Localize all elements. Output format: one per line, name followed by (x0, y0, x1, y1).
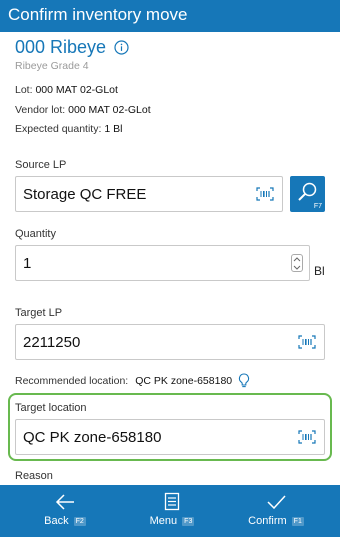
item-name: 000 Ribeye (15, 37, 129, 58)
target-lp-value: 2211250 (23, 333, 81, 351)
item-grade: Ribeye Grade 4 (15, 60, 89, 72)
source-lp-lookup-button[interactable]: F7 (290, 176, 325, 212)
recommended-location-value: QC PK zone-658180 (135, 375, 233, 387)
reason-label: Reason (15, 470, 53, 482)
menu-button[interactable]: Menu F3 (144, 485, 200, 537)
barcode-scan-icon[interactable] (298, 335, 316, 349)
lot-value: 000 MAT 02-GLot (35, 84, 118, 96)
target-lp-input[interactable]: 2211250 (15, 324, 325, 360)
menu-icon (164, 492, 180, 511)
target-location-input[interactable]: QC PK zone-658180 (15, 419, 325, 455)
back-label: Back (44, 515, 69, 527)
back-shortcut-key: F2 (73, 516, 86, 526)
target-lp-label: Target LP (15, 307, 63, 319)
page-title: Confirm inventory move (8, 5, 188, 24)
vendor-lot-value: 000 MAT 02-GLot (68, 104, 151, 116)
vendor-lot-label: Vendor lot: (15, 104, 66, 116)
vendor-lot-row: Vendor lot: 000 MAT 02-GLot (15, 104, 151, 116)
lot-row: Lot: 000 MAT 02-GLot (15, 84, 118, 96)
menu-label: Menu (149, 515, 178, 527)
expected-quantity-value: 1 Bl (104, 123, 123, 135)
confirm-shortcut-key: F1 (291, 516, 304, 526)
recommended-location-label: Recommended location: (15, 375, 129, 387)
item-name-text: 000 Ribeye (15, 37, 107, 57)
menu-shortcut-key: F3 (182, 516, 195, 526)
target-location-label: Target location (15, 402, 87, 414)
main-content[interactable]: 000 Ribeye Ribeye Grade 4 Lot: 000 MAT 0… (0, 32, 340, 485)
lightbulb-icon[interactable] (238, 373, 250, 389)
page-header: Confirm inventory move (0, 0, 340, 32)
quantity-unit: Bl (314, 264, 325, 278)
arrow-left-icon (55, 494, 74, 510)
barcode-scan-icon[interactable] (256, 187, 274, 201)
source-lp-value: Storage QC FREE (23, 185, 147, 203)
source-lp-input[interactable]: Storage QC FREE (15, 176, 283, 212)
expected-quantity-row: Expected quantity: 1 Bl (15, 123, 122, 135)
confirm-label: Confirm (248, 515, 287, 527)
checkmark-icon (267, 495, 286, 510)
quantity-value: 1 (23, 254, 32, 272)
quantity-stepper[interactable] (291, 254, 303, 272)
confirm-button[interactable]: Confirm F1 (244, 485, 308, 537)
target-location-value: QC PK zone-658180 (23, 428, 162, 446)
recommended-location: Recommended location: QC PK zone-658180 (15, 373, 250, 389)
lookup-shortcut-key: F7 (313, 203, 322, 210)
source-lp-label: Source LP (15, 159, 67, 171)
info-icon[interactable] (114, 40, 129, 55)
quantity-label: Quantity (15, 228, 56, 240)
action-bar: Back F2 Menu F3 Confirm F1 (0, 485, 340, 537)
expected-quantity-label: Expected quantity: (15, 123, 102, 135)
quantity-input[interactable]: 1 (15, 245, 310, 281)
barcode-scan-icon[interactable] (298, 430, 316, 444)
back-button[interactable]: Back F2 (40, 485, 90, 537)
lot-label: Lot: (15, 84, 33, 96)
